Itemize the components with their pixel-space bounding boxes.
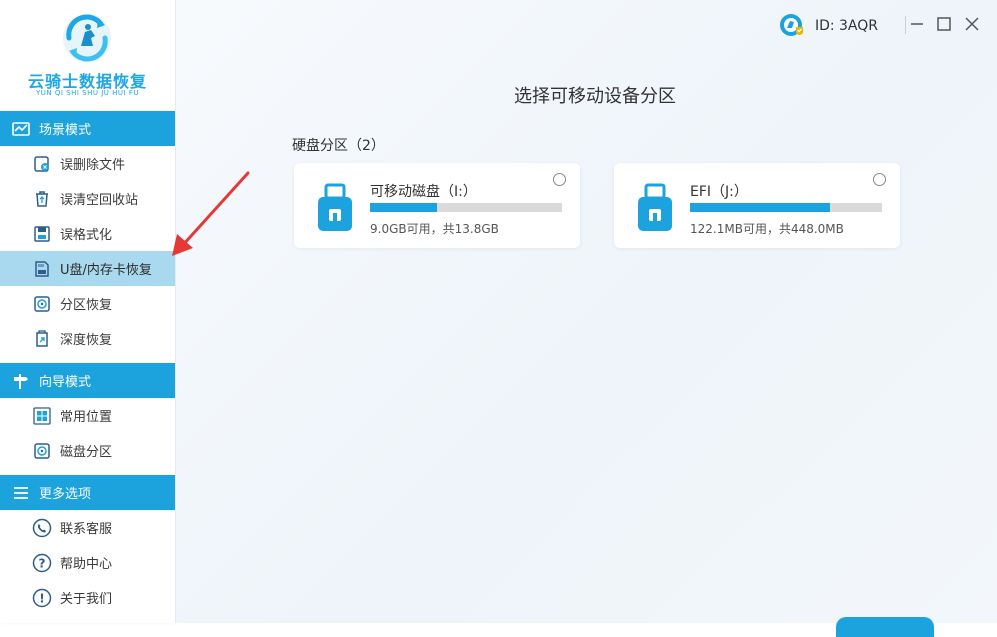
next-button[interactable]: [836, 617, 934, 637]
section-title: 更多选项: [39, 487, 92, 502]
recycle-bin-icon: [32, 189, 52, 209]
svg-text:?: ?: [39, 556, 46, 570]
sidebar-item-label: 误删除文件: [60, 158, 126, 173]
select-radio[interactable]: [873, 173, 886, 186]
device-name: EFI（J:）: [690, 184, 748, 200]
topbar-separator: [905, 16, 906, 34]
sd-card-icon: [32, 259, 52, 279]
sidebar-item-label: 关于我们: [60, 592, 113, 607]
logo-knight-icon: [63, 14, 111, 62]
sidebar-item-label: 帮助中心: [60, 557, 113, 572]
capacity-bar: [690, 203, 882, 212]
sidebar-item-usb-card-recovery[interactable]: U盘/内存卡恢复: [0, 251, 175, 286]
close-icon: [965, 17, 979, 31]
deleted-file-icon: [32, 154, 52, 174]
partition-icon: [32, 294, 52, 314]
device-name: 可移动磁盘（I:）: [370, 184, 477, 200]
sidebar-item-partition-recovery[interactable]: 分区恢复: [0, 286, 175, 321]
phone-icon: [32, 518, 52, 538]
sidebar-item-recycle-bin[interactable]: 误清空回收站: [0, 181, 175, 216]
sidebar-item-label: 深度恢复: [60, 333, 113, 348]
sidebar-item-label: 联系客服: [60, 522, 113, 537]
device-size: 9.0GB可用，共13.8GB: [370, 222, 499, 236]
select-radio[interactable]: [553, 173, 566, 186]
capacity-fill: [690, 203, 831, 212]
sidebar-item-label: 分区恢复: [60, 298, 113, 313]
maximize-icon: [937, 17, 951, 31]
sidebar-item-deep-recovery[interactable]: 深度恢复: [0, 321, 175, 356]
capacity-bar: [370, 203, 562, 212]
sidebar-item-common-locations[interactable]: 常用位置: [0, 398, 175, 433]
maximize-button[interactable]: [934, 14, 954, 34]
windows-icon: [32, 406, 52, 426]
app-subtitle: YUN QI SHI SHU JU HUI FU: [36, 89, 139, 97]
section-wizard-mode: 向导模式: [0, 363, 175, 398]
usb-drive-icon: [318, 183, 352, 231]
device-size: 122.1MB可用，共448.0MB: [690, 222, 844, 236]
device-card-efi[interactable]: EFI（J:） 122.1MB可用，共448.0MB: [614, 163, 900, 248]
section-more-options: 更多选项: [0, 475, 175, 510]
user-id-text: ID: 3AQR: [814, 18, 878, 34]
capacity-fill: [370, 203, 438, 212]
sidebar-item-format[interactable]: 误格式化: [0, 216, 175, 251]
section-scene-mode: 场景模式: [0, 111, 175, 146]
svg-text:!: !: [39, 591, 44, 605]
sidebar-item-label: U盘/内存卡恢复: [60, 263, 152, 278]
sidebar-item-contact-support[interactable]: 联系客服: [0, 510, 175, 545]
signpost-icon: [11, 371, 31, 391]
section-title: 场景模式: [39, 123, 92, 138]
sidebar-item-label: 误格式化: [60, 228, 113, 243]
menu-icon: [11, 483, 31, 503]
page-title: 选择可移动设备分区: [514, 86, 676, 107]
info-icon: !: [32, 588, 52, 608]
minimize-icon: [911, 23, 923, 25]
scene-mode-icon: [11, 119, 31, 139]
user-avatar-icon: [779, 14, 803, 36]
sidebar-item-label: 磁盘分区: [60, 445, 113, 460]
sidebar: 云骑士数据恢复 YUN QI SHI SHU JU HUI FU 场景模式 误删…: [0, 0, 176, 623]
close-button[interactable]: [962, 14, 982, 34]
group-title: 硬盘分区（2）: [292, 138, 385, 154]
sidebar-item-help-center[interactable]: ? 帮助中心: [0, 545, 175, 580]
sidebar-item-label: 常用位置: [60, 410, 113, 425]
usb-drive-icon: [638, 183, 672, 231]
sidebar-item-about-us[interactable]: ! 关于我们: [0, 580, 175, 615]
sidebar-item-disk-partition[interactable]: 磁盘分区: [0, 433, 175, 468]
section-title: 向导模式: [39, 375, 92, 390]
format-disk-icon: [32, 224, 52, 244]
user-id-area[interactable]: ID: 3AQR: [779, 13, 878, 39]
device-card-removable[interactable]: 可移动磁盘（I:） 9.0GB可用，共13.8GB: [294, 163, 580, 248]
sidebar-item-label: 误清空回收站: [60, 193, 139, 208]
minimize-button[interactable]: [907, 14, 927, 34]
main-panel: ID: 3AQR 选择可移动设备分区 硬盘分区（2） 可移动磁盘（I:） 9.0…: [176, 0, 997, 637]
disk-partition-icon: [32, 441, 52, 461]
app-logo: 云骑士数据恢复 YUN QI SHI SHU JU HUI FU: [0, 0, 175, 110]
sidebar-item-deleted-files[interactable]: 误删除文件: [0, 146, 175, 181]
help-icon: ?: [32, 553, 52, 573]
deep-scan-icon: [32, 329, 52, 349]
